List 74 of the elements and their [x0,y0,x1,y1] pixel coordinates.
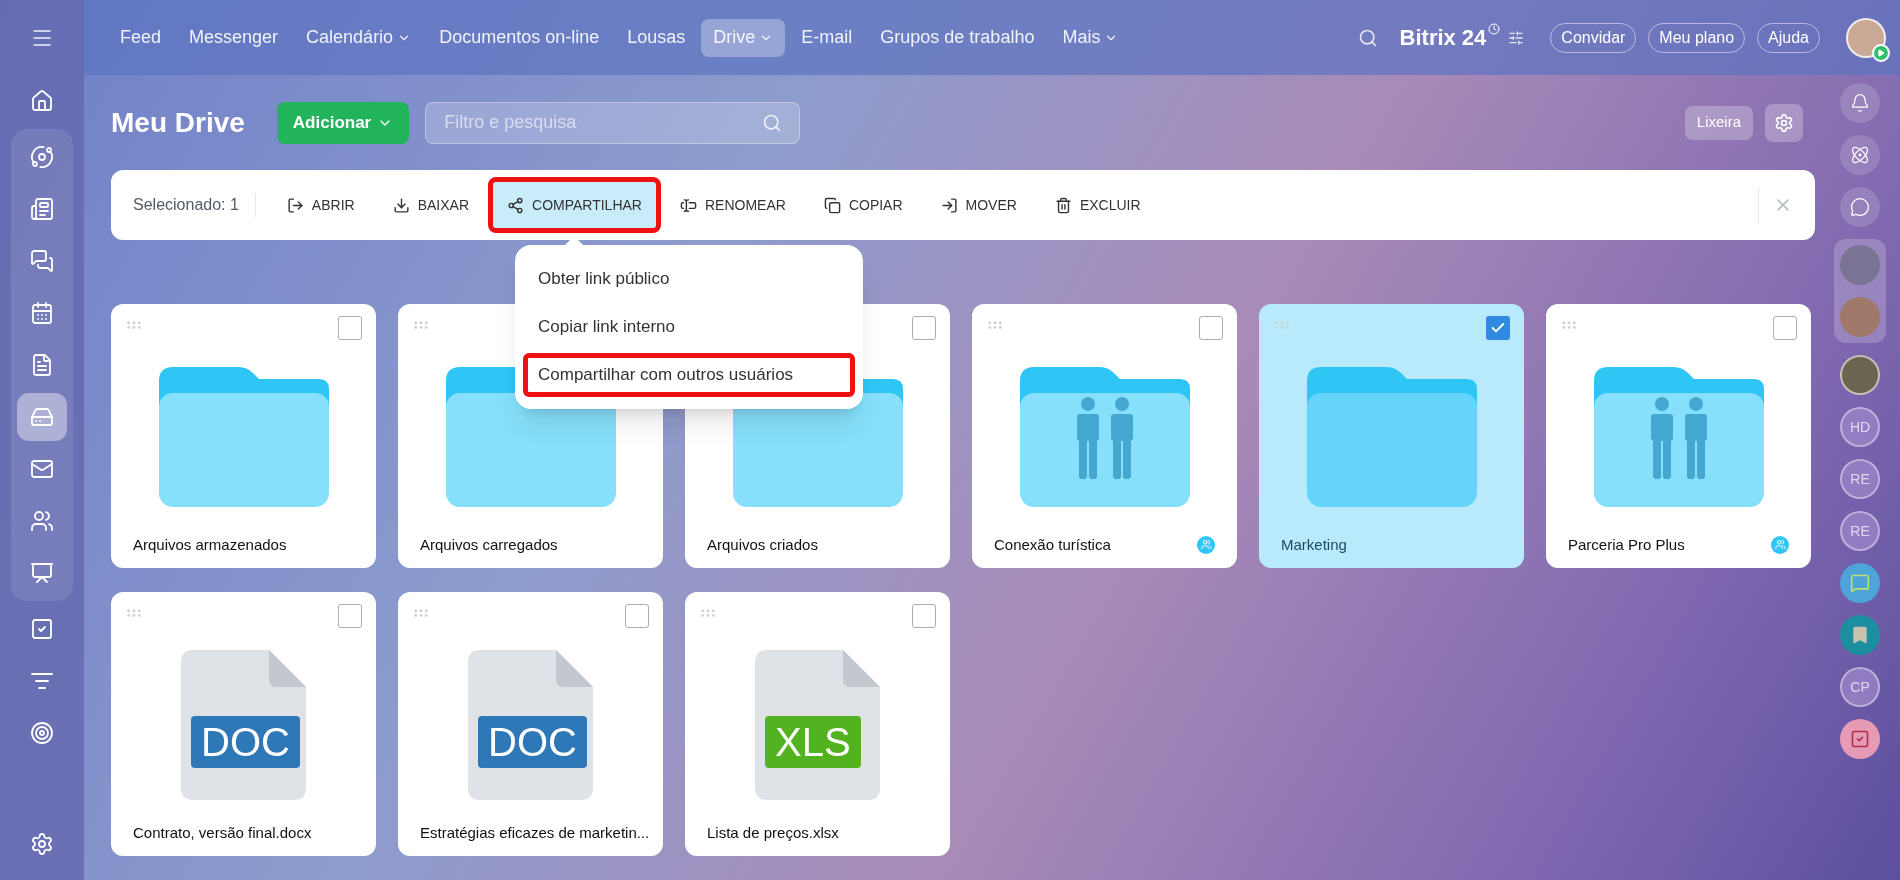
gear-icon [1774,112,1794,133]
checkbox[interactable] [338,316,362,340]
checkbox[interactable] [1486,316,1510,340]
shared-folder-icon [1019,366,1190,507]
nav-tab[interactable]: Mais [1050,18,1131,57]
page-title: Meu Drive [111,105,245,140]
file-name: Lista de preços.xlsx [707,822,839,843]
avatar-placeholder[interactable] [1840,355,1880,395]
toolbar-action[interactable]: RENOMEAR [660,177,805,233]
file-card[interactable]: XLS Lista de preços.xlsx [685,592,950,856]
bookmark-icon[interactable] [1840,615,1880,655]
logo-text: Bitrix [1399,24,1456,52]
file-name: Parceria Pro Plus [1568,534,1685,555]
download-icon [392,196,410,214]
file-card[interactable]: Conexão turística [972,304,1237,568]
search-icon[interactable] [762,112,783,133]
drive-icon[interactable] [17,393,67,441]
file-name: Arquivos criados [707,534,818,555]
avatar-placeholder[interactable] [1846,17,1886,58]
checkbox[interactable] [1773,316,1797,340]
file-name: Arquivos armazenados [133,534,287,555]
file-type-label: DOC [478,715,587,768]
checkbox[interactable] [625,604,649,628]
file-name: Contrato, versão final.docx [133,822,312,843]
nav-tab[interactable]: Lousas [615,18,698,57]
file-name: Estratégias eficazes de marketin... [420,822,650,843]
sliders-icon[interactable] [1508,29,1525,46]
bell-icon[interactable] [1840,83,1880,123]
checklist-icon[interactable] [1840,719,1880,759]
copy-icon [823,196,841,214]
toolbar-action[interactable]: COMPARTILHAR [488,177,661,233]
toolbar-action[interactable]: EXCLUIR [1035,177,1160,233]
file-type-label: XLS [765,715,861,768]
file-card[interactable]: DOC Estratégias eficazes de marketin... [398,592,663,856]
text-cursor-icon [679,196,697,214]
checkbox[interactable] [912,316,936,340]
settings-button[interactable] [1765,103,1803,142]
search-icon[interactable] [1357,27,1378,48]
file-name: Arquivos carregados [420,534,558,555]
swirl-icon[interactable] [1840,135,1880,175]
selection-count: Selecionado: 1 [133,193,256,217]
nav-tab[interactable]: Messenger [177,18,291,57]
file-card[interactable]: Parceria Pro Plus [1546,304,1811,568]
share-icon [507,196,524,214]
toolbar-action[interactable]: COPIAR [804,177,922,233]
nav-tab[interactable]: Documentos on-line [427,18,612,57]
logo-number: 24 [1461,24,1487,52]
file-name: Marketing [1281,534,1347,555]
chat-app-icon[interactable] [1840,563,1880,603]
folder-icon [1306,366,1477,507]
file-card[interactable]: DOC Contrato, versão final.docx [111,592,376,856]
nav-tab[interactable]: Calendário [294,18,424,57]
file-card[interactable]: Marketing [1259,304,1524,568]
file-card[interactable]: Arquivos armazenados [111,304,376,568]
shared-icon [1197,535,1215,554]
shared-icon [1771,535,1789,554]
trash-icon [1054,196,1072,214]
file-name: Conexão turística [994,534,1111,555]
toolbar-action[interactable]: BAIXAR [373,177,488,233]
nav-tab[interactable]: Feed [108,18,174,57]
menu-item[interactable]: Compartilhar com outros usuários [523,353,855,397]
checkbox[interactable] [912,604,936,628]
clock-icon [1488,23,1501,35]
menu-item[interactable]: Obter link público [523,257,855,301]
exit-icon [286,196,304,214]
toolbar-action[interactable]: MOVER [921,177,1036,233]
chat-icon[interactable] [1840,187,1880,227]
shared-folder-icon [1593,366,1764,507]
toolbar-action[interactable]: ABRIR [267,177,374,233]
folder-icon [158,366,329,507]
checkbox[interactable] [338,604,362,628]
checkbox[interactable] [1199,316,1223,340]
file-type-label: DOC [191,715,300,768]
enter-icon [940,196,958,214]
